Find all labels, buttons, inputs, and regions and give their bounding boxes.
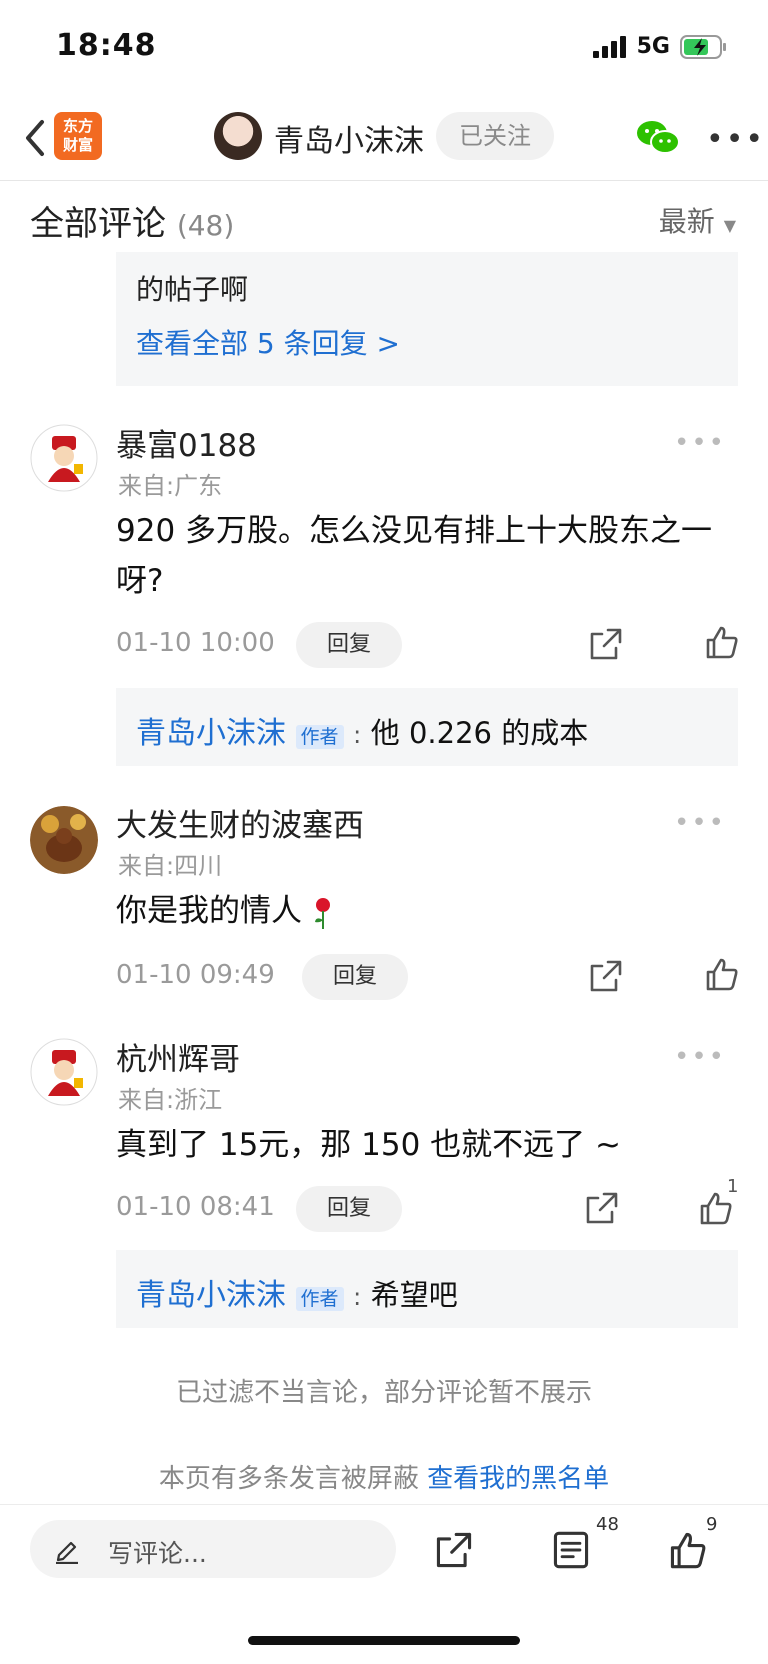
more-menu-icon[interactable]: ••• [706,122,765,157]
blocked-notice: 本页有多条发言被屏蔽 查看我的黑名单 [0,1458,768,1495]
rose-emoji-icon [314,897,330,929]
share-icon[interactable] [588,626,624,662]
follow-button[interactable]: 已关注 [436,112,554,160]
author-tag: 作者 [295,725,344,749]
like-count: 1 [727,1176,739,1197]
like-count-badge: 9 [706,1514,718,1535]
pencil-icon [56,1541,78,1564]
comments-title: 全部评论 [30,204,166,244]
reply-button[interactable]: 回复 [296,1186,402,1232]
comment-username[interactable]: 杭州辉哥 [116,1034,240,1079]
comment-location: 来自:四川 [118,852,223,880]
user-avatar[interactable] [30,1038,98,1106]
author-reply: 青岛小沫沫 作者 : 希望吧 [136,1270,458,1314]
view-all-replies-link[interactable]: 查看全部 5 条回复 > [136,322,400,362]
user-avatar[interactable] [30,806,98,874]
comments-icon[interactable] [552,1530,590,1570]
comment-time: 01-10 10:00 [116,628,275,658]
comment-username[interactable]: 大发生财的波塞西 [116,800,364,845]
comment-more-icon[interactable]: ••• [674,808,726,838]
signal-icon [592,35,626,58]
author-name[interactable]: 青岛小沫沫 [274,116,424,160]
reply-colon: : [353,721,362,749]
share-icon[interactable] [434,1530,474,1570]
app-logo-line2: 财富 [62,136,93,154]
blocked-notice-text: 本页有多条发言被屏蔽 [158,1464,419,1494]
user-avatar[interactable] [30,424,98,492]
comment-text: 920 多万股。怎么没见有排上十大股东之一呀? [116,513,713,599]
write-comment-input[interactable] [30,1520,396,1578]
comment-time: 01-10 09:49 [116,960,275,990]
reply-colon: : [353,1283,362,1311]
thumbs-up-icon[interactable] [668,1530,708,1570]
comment-time: 01-10 08:41 [116,1192,275,1222]
author-avatar[interactable] [214,112,262,160]
comments-section-title: 全部评论 (48) [30,196,234,245]
sort-label: 最新 [658,205,715,238]
reply-preview-text: 的帖子啊 [136,273,249,306]
status-time: 18:48 [56,28,157,63]
reply-button[interactable]: 回复 [302,954,408,1000]
home-indicator[interactable] [248,1636,520,1645]
comment-location: 来自:浙江 [118,1086,223,1114]
share-icon[interactable] [588,958,624,994]
back-arrow-icon[interactable] [18,116,54,160]
sort-dropdown[interactable]: 最新 ▼ [659,200,736,240]
comment-location: 来自:广东 [118,472,223,500]
wechat-share-icon[interactable] [636,118,680,158]
comment-more-icon[interactable]: ••• [674,428,726,458]
comments-count: (48) [176,209,235,242]
thumbs-up-icon[interactable] [704,956,740,992]
comment-count-badge: 48 [596,1514,619,1535]
blacklist-link[interactable]: 查看我的黑名单 [427,1464,609,1494]
battery-icon [680,34,726,59]
author-reply-text: 他 0.226 的成本 [370,716,589,750]
comment-more-icon[interactable]: ••• [674,1042,726,1072]
status-indicators: 5G [592,34,728,59]
comment-username[interactable]: 暴富0188 [116,420,257,465]
share-icon[interactable] [584,1190,620,1226]
network-label: 5G [636,34,670,59]
app-logo[interactable]: 东方 财富 [54,112,102,160]
author-reply: 青岛小沫沫 作者 : 他 0.226 的成本 [136,708,588,752]
thumbs-up-icon[interactable] [704,624,740,660]
author-reply-name[interactable]: 青岛小沫沫 [136,1278,286,1313]
comment-text: 你是我的情人 [116,886,736,936]
app-logo-line1: 东方 [62,117,93,135]
comment-text: 真到了 15元，那 150 也就不远了 ~ [116,1127,622,1163]
comment-text-content: 你是我的情人 [116,893,302,929]
write-comment-placeholder[interactable]: 写评论... [108,1534,207,1570]
author-reply-text: 希望吧 [370,1278,458,1312]
author-tag: 作者 [295,1287,344,1311]
caret-down-icon: ▼ [723,216,736,235]
filtered-notice: 已过滤不当言论，部分评论暂不展示 [175,1378,592,1408]
author-reply-name[interactable]: 青岛小沫沫 [136,716,286,751]
reply-button[interactable]: 回复 [296,622,402,668]
